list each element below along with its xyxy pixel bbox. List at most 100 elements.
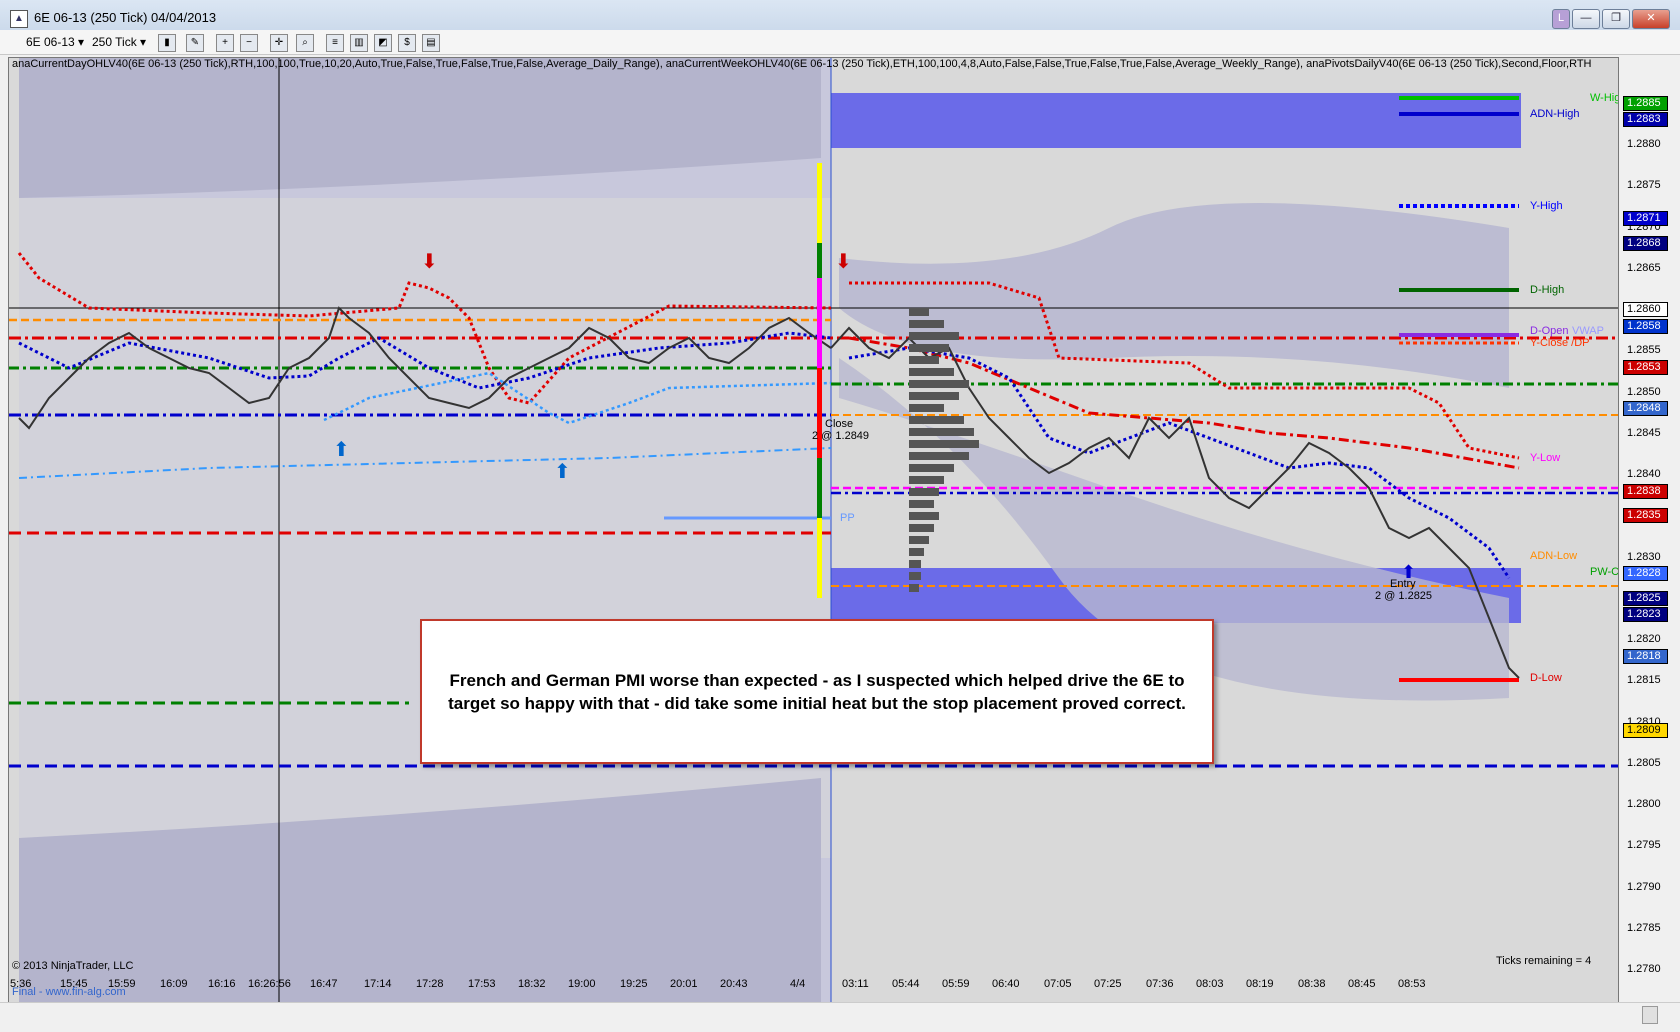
price-tick-label: 1.2785 [1627,921,1661,934]
scrollbar-thumb[interactable] [1642,1006,1658,1024]
adn-high-zone [831,93,1521,148]
price-tick-label: 1.2815 [1627,674,1661,687]
chart-app-icon: ▲ [10,10,28,28]
label-entry: Entry [1390,578,1416,590]
copyright-label: © 2013 NinjaTrader, LLC [12,960,134,972]
annotation-text: French and German PMI worse than expecte… [448,670,1186,713]
time-tick-label: 07:36 [1146,978,1174,990]
price-tag: 1.2853 [1623,359,1668,375]
strategies-icon[interactable]: ◩ [374,34,392,52]
time-tick-label: 20:01 [670,978,698,990]
time-tick-label: 19:25 [620,978,648,990]
price-tick-label: 1.2850 [1627,385,1661,398]
price-tag: 1.2858 [1623,318,1668,334]
time-tick-label: 18:32 [518,978,546,990]
price-tag: 1.2828 [1623,566,1668,582]
price-tag: 1.2848 [1623,401,1668,417]
label-adn-high: ADN-High [1530,108,1580,120]
price-tick-label: 1.2795 [1627,839,1661,852]
horizontal-scrollbar[interactable] [0,1002,1680,1025]
instrument-selector[interactable]: 6E 06-13 ▾ [26,33,84,51]
price-axis[interactable]: 1.28851.28801.28751.28701.28651.28601.28… [1618,57,1680,1005]
window-title: 6E 06-13 (250 Tick) 04/04/2013 [34,10,217,25]
time-tick-label: 08:19 [1246,978,1274,990]
time-tick-label: 08:38 [1298,978,1326,990]
time-tick-label: 05:44 [892,978,920,990]
label-y-high: Y-High [1530,200,1563,212]
sell-arrow-icon-2: ⬇ [835,249,852,273]
time-tick-label: 16:47 [310,978,338,990]
close-button[interactable]: ✕ [1632,9,1670,29]
trade-annotation-box[interactable]: French and German PMI worse than expecte… [420,619,1214,764]
time-tick-label: 03:11 [842,978,869,990]
label-pw-c: PW-C [1590,566,1620,578]
session-bar-green [817,243,822,278]
interval-selector[interactable]: 250 Tick ▾ [92,33,146,51]
chart-canvas: ⬇ ⬇ ⬆ ⬆ ⬆ [9,58,1619,1006]
sell-arrow-icon: ⬇ [421,249,438,273]
price-tag: 1.2883 [1623,112,1668,128]
price-tag: 1.2838 [1623,483,1668,499]
label-pp: PP [840,512,855,524]
crosshair-icon[interactable]: ✛ [270,34,288,52]
ticks-remaining: Ticks remaining = 4 [1496,955,1592,967]
session-bar-yellow-2 [817,518,822,598]
price-tag: 1.2835 [1623,508,1668,524]
price-tag: 1.2885 [1623,96,1668,111]
label-close-order: 2 @ 1.2849 [812,430,870,442]
label-d-high: D-High [1530,284,1565,296]
price-tick-label: 1.2855 [1627,344,1661,357]
time-axis[interactable]: 5:36 15:45 15:59 16:09 16:16 16:26:56 16:47 17:… [8,975,1618,995]
session-bar-yellow [817,163,822,243]
zoom-out-icon[interactable]: − [240,34,258,52]
session-bar-red [817,368,822,458]
session-bar-magenta [817,278,822,368]
label-vwap: VWAP [1572,325,1604,337]
time-tick-label: 06:40 [992,978,1020,990]
draw-pencil-icon[interactable]: ✎ [186,34,204,52]
price-tick-label: 1.2880 [1627,138,1661,151]
time-tick-label: 17:14 [364,978,392,990]
time-tick-label: 4/4 [790,978,806,990]
minimize-button[interactable]: — [1572,9,1600,29]
time-tick-label: 08:45 [1348,978,1376,990]
time-tick-label: 07:05 [1044,978,1072,990]
time-tick-label: 05:59 [942,978,970,990]
site-link[interactable]: Final - www.fin-alg.com [12,986,126,998]
price-tick-label: 1.2840 [1627,468,1661,481]
label-d-open: D-Open [1530,325,1569,337]
price-tick-label: 1.2875 [1627,179,1661,192]
chart-trader-icon[interactable]: $ [398,34,416,52]
label-adn-low: ADN-Low [1530,550,1578,562]
properties-icon[interactable]: ≡ [326,34,344,52]
time-tick-label: 08:03 [1196,978,1224,990]
price-tag: 1.2809 [1623,722,1668,738]
price-tick-label: 1.2805 [1627,756,1661,769]
indicators-icon[interactable]: ▥ [350,34,368,52]
price-tag: 1.2823 [1623,607,1668,623]
maximize-button[interactable]: ❐ [1602,9,1630,29]
bar-type-icon[interactable]: ▮ [158,34,176,52]
price-tag: 1.2868 [1623,236,1668,252]
label-d-low: D-Low [1530,672,1562,684]
buy-arrow-icon-2: ⬆ [554,459,571,483]
price-tag: 1.2825 [1623,590,1668,606]
time-tick-label: 08:53 [1398,978,1426,990]
price-chart[interactable]: ⬇ ⬇ ⬆ ⬆ ⬆ [8,57,1620,1007]
price-tick-label: 1.2845 [1627,426,1661,439]
label-close: Close [825,418,854,430]
session-bar-green-2 [817,458,822,518]
time-tick-label: 17:28 [416,978,444,990]
price-tick-label: 1.2780 [1627,963,1661,975]
label-y-close: Y-Close /DP [1530,337,1590,349]
time-tick-label: 19:00 [568,978,596,990]
time-tick-label: 16:26:56 [248,978,291,990]
time-tick-label: 16:16 [208,978,236,990]
time-tick-label: 07:25 [1094,978,1122,990]
zoom-in-icon[interactable]: + [216,34,234,52]
data-box-icon[interactable]: ⌕ [296,34,314,52]
link-button[interactable]: L [1552,9,1570,29]
template-icon[interactable]: ▤ [422,34,440,52]
label-y-low: Y-Low [1530,452,1561,464]
price-tick-label: 1.2800 [1627,798,1661,811]
